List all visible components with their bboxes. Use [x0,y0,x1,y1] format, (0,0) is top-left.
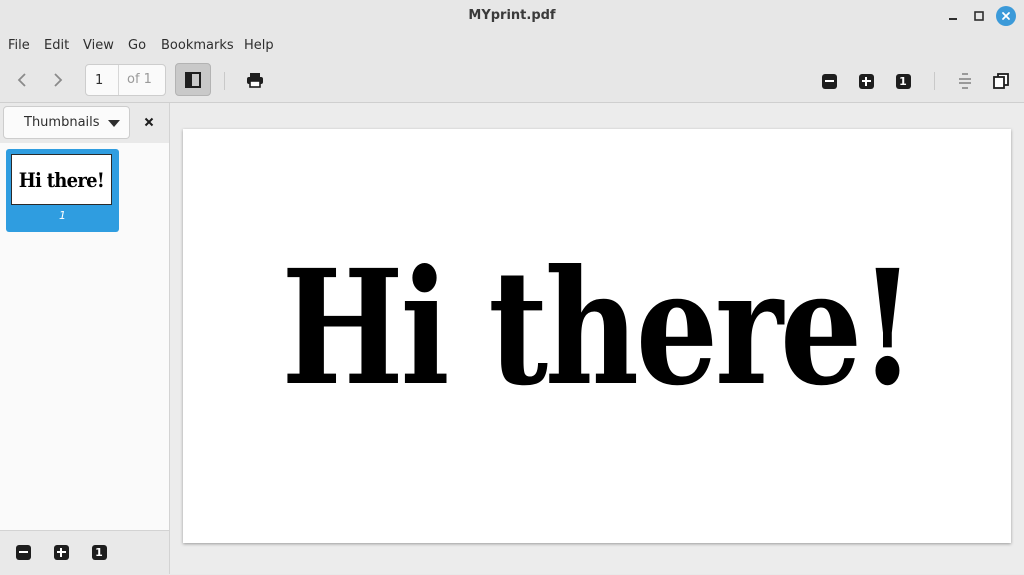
menu-bookmarks[interactable]: Bookmarks [161,38,234,53]
caret-down-icon [108,120,120,127]
close-icon [144,117,154,127]
sidebar-toggle-button[interactable] [175,63,211,96]
menu-file[interactable]: File [8,38,30,53]
thumbnail-zoom-in-button[interactable] [52,543,70,561]
menu-view[interactable]: View [83,38,114,53]
maximize-icon [974,11,984,21]
page-field-divider [118,65,119,95]
next-page-button[interactable] [48,70,68,90]
sidebar-panel-icon [185,71,201,88]
toolbar-separator [224,72,225,90]
page-count-label: of 1 [127,72,152,87]
document-text: Hi there! [281,236,916,421]
minimize-button[interactable] [943,6,963,26]
previous-page-button[interactable] [12,70,32,90]
minimize-icon [949,18,957,20]
menu-bar: File Edit View Go Bookmarks Help [0,32,1024,60]
sidebar-mode-label: Thumbnails [24,115,100,130]
chevron-left-icon [17,73,26,87]
close-window-button[interactable] [996,6,1016,26]
actual-size-icon: 1 [91,544,107,560]
zoom-in-button[interactable] [857,72,875,90]
zoom-out-button[interactable] [820,72,838,90]
thumbnail-page-number: 1 [59,209,66,222]
thumbnail-text: Hi there! [18,167,105,192]
thumbnail-actual-size-button[interactable]: 1 [90,543,108,561]
page-thumbnail[interactable]: Hi there! 1 [6,149,119,232]
sidebar-close-button[interactable] [139,112,159,132]
print-button[interactable] [244,70,266,90]
close-icon [1002,12,1010,20]
thumbnail-zoom-out-button[interactable] [14,543,32,561]
sidebar-header: Thumbnails [0,103,169,143]
sidebar: Thumbnails Hi there! 1 1 [0,103,170,575]
toolbar-separator-right [934,72,935,90]
title-bar: MYprint.pdf [0,0,1024,32]
minus-square-icon [15,544,31,560]
printer-icon [247,73,263,88]
menu-edit[interactable]: Edit [44,38,69,53]
actual-size-icon: 1 [895,73,911,89]
plus-square-icon [858,73,874,89]
thumbnail-preview: Hi there! [11,154,112,205]
align-center-icon [959,73,971,89]
document-view[interactable]: Hi there! [170,103,1024,574]
menu-go[interactable]: Go [128,38,146,53]
dual-page-button[interactable] [991,70,1011,92]
page-number-field: of 1 [85,64,166,96]
document-page: Hi there! [183,129,1011,543]
plus-square-icon [53,544,69,560]
maximize-button[interactable] [969,6,989,26]
menu-help[interactable]: Help [244,38,274,53]
window-title: MYprint.pdf [468,8,556,23]
continuous-scroll-button[interactable] [955,70,975,92]
sidebar-mode-dropdown[interactable]: Thumbnails [3,106,130,139]
chevron-right-icon [54,73,63,87]
pages-icon [993,73,1009,89]
actual-size-button[interactable]: 1 [894,72,912,90]
sidebar-footer: 1 [0,530,169,575]
minus-square-icon [821,73,837,89]
toolbar: of 1 1 [0,60,1024,103]
page-number-input[interactable] [86,65,119,95]
